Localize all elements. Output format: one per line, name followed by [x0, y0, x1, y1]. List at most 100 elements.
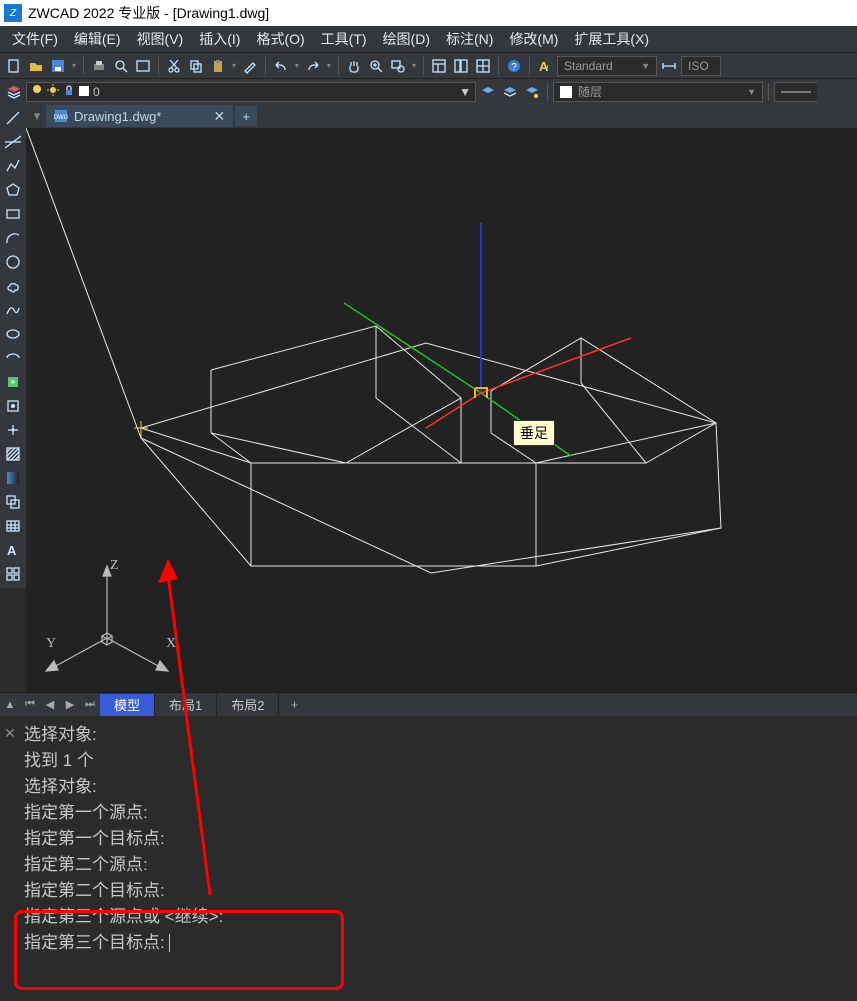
ucs-z-label: Z	[110, 558, 119, 574]
properties-icon[interactable]	[429, 56, 449, 76]
layer-select[interactable]: 0 ▼	[26, 82, 476, 102]
make-block-icon[interactable]	[3, 396, 23, 416]
ucs-icon	[32, 558, 182, 688]
cmd-line: 选择对象:	[24, 722, 849, 748]
layer-iso-icon[interactable]	[522, 82, 542, 102]
menu-express[interactable]: 扩展工具(X)	[566, 29, 657, 49]
save-icon[interactable]	[48, 56, 68, 76]
insert-block-icon[interactable]	[3, 372, 23, 392]
add-tab-icon[interactable]: +	[235, 106, 257, 126]
svg-text:A: A	[7, 543, 17, 558]
ellipse-icon[interactable]	[3, 324, 23, 344]
linetype-select[interactable]	[774, 82, 817, 102]
help-icon[interactable]: ?	[504, 56, 524, 76]
tabs-chevron-icon[interactable]: ▾	[30, 109, 44, 123]
cmd-close-icon[interactable]: ✕	[4, 720, 16, 746]
cmd-line: 指定第二个目标点:	[24, 878, 849, 904]
polygon-icon[interactable]	[3, 180, 23, 200]
cmd-cursor	[169, 934, 170, 952]
layout-tabs: ▲ ⏮ ◀ ▶ ⏭ 模型 布局1 布局2 +	[0, 692, 857, 716]
mtext-icon[interactable]: A	[3, 540, 23, 560]
gradient-icon[interactable]	[3, 468, 23, 488]
open-icon[interactable]	[26, 56, 46, 76]
file-tab-drawing1[interactable]: DWG Drawing1.dwg* ✕	[46, 105, 233, 127]
match-prop-icon[interactable]	[240, 56, 260, 76]
layer-bulb-icon	[31, 84, 43, 99]
layer-manager-icon[interactable]	[4, 82, 24, 102]
tab-model[interactable]: 模型	[100, 694, 155, 716]
menu-tools[interactable]: 工具(T)	[313, 29, 375, 49]
ellipse-arc-icon[interactable]	[3, 348, 23, 368]
layer-prev-icon[interactable]	[478, 82, 498, 102]
cmd-prompt[interactable]: 指定第三个目标点:	[24, 930, 849, 956]
plot-icon[interactable]	[133, 56, 153, 76]
tabs-up-icon[interactable]: ▲	[0, 695, 20, 715]
menu-modify[interactable]: 修改(M)	[501, 29, 566, 49]
tab-layout2[interactable]: 布局2	[217, 694, 279, 716]
zoom-realtime-icon[interactable]	[366, 56, 386, 76]
color-select[interactable]: 随层 ▼	[553, 82, 763, 102]
svg-text:DWG: DWG	[54, 115, 68, 121]
revcloud-icon[interactable]	[3, 276, 23, 296]
osnap-tooltip: 垂足	[513, 420, 555, 446]
redo-icon[interactable]	[303, 56, 323, 76]
text-style-icon[interactable]: A/	[535, 56, 555, 76]
paste-icon[interactable]	[208, 56, 228, 76]
line-icon[interactable]	[3, 108, 23, 128]
zoom-window-icon[interactable]	[388, 56, 408, 76]
ucs-x-label: X	[166, 636, 176, 652]
menu-format[interactable]: 格式(O)	[248, 29, 312, 49]
dim-style-icon[interactable]	[659, 56, 679, 76]
drawing-area[interactable]: Z Y X 垂足	[26, 128, 857, 692]
tabs-last-icon[interactable]: ⏭	[80, 695, 100, 715]
arc-icon[interactable]	[3, 228, 23, 248]
tool-palette-icon[interactable]	[473, 56, 493, 76]
add-layout-icon[interactable]: +	[279, 697, 309, 712]
menu-view[interactable]: 视图(V)	[129, 29, 192, 49]
menubar: 文件(F) 编辑(E) 视图(V) 插入(I) 格式(O) 工具(T) 绘图(D…	[0, 26, 857, 52]
cmd-line: 指定第一个源点:	[24, 800, 849, 826]
pan-icon[interactable]	[344, 56, 364, 76]
menu-file[interactable]: 文件(F)	[4, 29, 66, 49]
dim-style-select[interactable]: ISO	[681, 56, 721, 76]
tab-layout1[interactable]: 布局1	[155, 694, 217, 716]
spline-icon[interactable]	[3, 300, 23, 320]
design-center-icon[interactable]	[451, 56, 471, 76]
region-icon[interactable]	[3, 492, 23, 512]
cmd-line: 找到 1 个	[24, 748, 849, 774]
xline-icon[interactable]	[3, 132, 23, 152]
layer-state-icon[interactable]	[500, 82, 520, 102]
text-style-value: Standard	[564, 59, 613, 73]
menu-draw[interactable]: 绘图(D)	[375, 29, 438, 49]
preview-icon[interactable]	[111, 56, 131, 76]
rectangle-icon[interactable]	[3, 204, 23, 224]
text-style-select[interactable]: Standard ▼	[557, 56, 657, 76]
tabs-next-icon[interactable]: ▶	[60, 695, 80, 715]
table-icon[interactable]	[3, 516, 23, 536]
zoom-dropdown-icon[interactable]	[410, 61, 418, 70]
menu-edit[interactable]: 编辑(E)	[66, 29, 129, 49]
tabs-prev-icon[interactable]: ◀	[40, 695, 60, 715]
command-window[interactable]: ✕ 选择对象: 找到 1 个 选择对象: 指定第一个源点: 指定第一个目标点: …	[0, 716, 857, 1001]
cmd-line: 指定第三个源点或 <继续>:	[24, 904, 849, 930]
undo-icon[interactable]	[271, 56, 291, 76]
menu-insert[interactable]: 插入(I)	[191, 29, 248, 49]
redo-dropdown-icon[interactable]	[325, 61, 333, 70]
add-selected-icon[interactable]	[3, 564, 23, 584]
print-icon[interactable]	[89, 56, 109, 76]
svg-text:?: ?	[511, 62, 517, 73]
menu-dim[interactable]: 标注(N)	[438, 29, 501, 49]
save-dropdown-icon[interactable]	[70, 61, 78, 70]
hatch-icon[interactable]	[3, 444, 23, 464]
tabs-first-icon[interactable]: ⏮	[20, 695, 40, 715]
undo-dropdown-icon[interactable]	[293, 61, 301, 70]
point-icon[interactable]	[3, 420, 23, 440]
polyline-icon[interactable]	[3, 156, 23, 176]
cmd-line: 指定第一个目标点:	[24, 826, 849, 852]
new-icon[interactable]	[4, 56, 24, 76]
paste-dropdown-icon[interactable]	[230, 61, 238, 70]
copy-icon[interactable]	[186, 56, 206, 76]
circle-icon[interactable]	[3, 252, 23, 272]
cut-icon[interactable]	[164, 56, 184, 76]
close-tab-icon[interactable]: ✕	[213, 108, 225, 125]
